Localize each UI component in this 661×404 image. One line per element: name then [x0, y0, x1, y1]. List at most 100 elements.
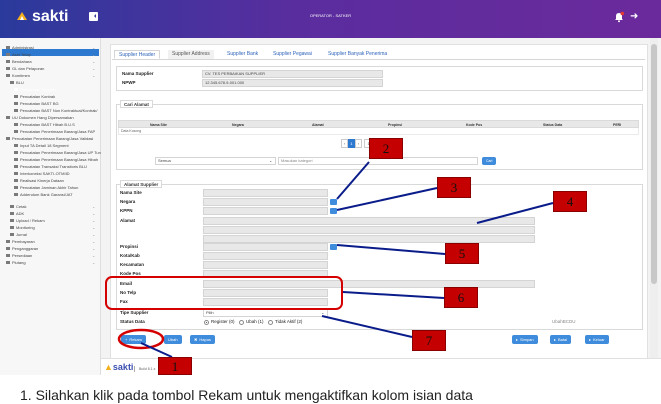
kode-pos-field[interactable]: [203, 270, 328, 278]
tab-supplier-address[interactable]: Supplier Address: [168, 50, 214, 59]
sidebar-item[interactable]: Upload / Rekam ⌄: [10, 218, 95, 224]
kppn-lookup-button[interactable]: [330, 208, 337, 214]
sidebar-item[interactable]: Pencatatan BAST BG: [14, 101, 59, 107]
col-status-data: Status Data: [543, 123, 563, 127]
kota-kab-field[interactable]: [203, 252, 328, 260]
negara-field[interactable]: [203, 198, 328, 206]
tab-supplier-header[interactable]: Supplier Header: [114, 50, 161, 59]
nama-site-field[interactable]: [203, 189, 328, 197]
sidebar-item[interactable]: Input TA Detail 18 Segment: [14, 143, 69, 149]
search-button[interactable]: Cari: [482, 157, 497, 165]
alamat-field-2[interactable]: [203, 226, 535, 234]
propinsi-lookup-button[interactable]: [330, 244, 337, 250]
sidebar-item[interactable]: Pencatatan Jaminan Akhir Tahun: [14, 185, 78, 191]
sidebar-item[interactable]: Pencatatan Penerimaan Barang/Jasa Hibah: [14, 157, 98, 163]
propinsi-field[interactable]: [203, 243, 328, 251]
status-tidak-aktif-radio[interactable]: [268, 320, 273, 325]
pager-current-page[interactable]: 1: [348, 139, 355, 148]
sidebar-item[interactable]: Pencatatan Penerimaan Barang/Jasa UP Tun…: [14, 150, 114, 156]
sidebar-item[interactable]: Pencatatan BAST Hibah B.U.S: [14, 122, 75, 128]
chevron-down-icon: ⌄: [92, 73, 96, 78]
folder-icon: [14, 193, 18, 196]
ubah-button[interactable]: Ubah: [164, 335, 182, 344]
sidebar-item[interactable]: Bendahara ⌄: [6, 59, 95, 65]
logout-icon[interactable]: ➜: [630, 11, 642, 23]
sidebar-item[interactable]: Penganggaran ⌄: [6, 246, 95, 252]
pager-prev-button[interactable]: ‹: [341, 139, 348, 148]
chevron-down-icon: ⌄: [92, 59, 96, 64]
sidebar-item-label: Pencatatan Penerimaan Barang/Jasa FAP: [20, 129, 96, 134]
email-label: Email: [120, 281, 133, 286]
alamat-field-3[interactable]: [203, 235, 535, 243]
email-field[interactable]: [203, 280, 535, 288]
sidebar-item[interactable]: GL dan Pelaporan ⌄: [6, 66, 95, 72]
folder-icon: [6, 261, 10, 264]
sidebar-item[interactable]: Monitoring ⌄: [10, 225, 95, 231]
status-register-radio[interactable]: [204, 320, 209, 325]
sidebar-item[interactable]: Komitmen ⌄: [6, 73, 95, 79]
sidebar-item-label: Pencatatan Kontrak: [20, 94, 56, 99]
sidebar-item[interactable]: Pembayaran ⌄: [6, 239, 95, 245]
sidebar-item[interactable]: Cetak ⌄: [10, 204, 95, 210]
sidebar-item[interactable]: Administrasi ⌄: [6, 45, 95, 51]
sidebar-item[interactable]: Addendum Bank Garansi/JAT: [14, 192, 73, 198]
sidebar-item[interactable]: Pencatatan Supplier: [14, 87, 56, 93]
sidebar-item[interactable]: Piutang ⌄: [6, 260, 95, 266]
tipe-supplier-value: Pilih: [206, 310, 214, 315]
filter-select[interactable]: Semua ⌄: [155, 157, 276, 165]
tab-supplier-banyak-penerima[interactable]: Supplier Banyak Penerima: [324, 50, 391, 59]
simpan-button[interactable]: ▸ Simpan: [512, 335, 538, 344]
status-ubah-radio[interactable]: [239, 320, 244, 325]
footer-logo: ▲sakti: [104, 362, 133, 372]
no-telp-field[interactable]: [203, 289, 328, 297]
folder-icon: [6, 137, 10, 140]
negara-lookup-button[interactable]: [330, 199, 337, 205]
sidebar-item[interactable]: Interkoneksi SAKTI-OTMIID: [14, 171, 70, 177]
folder-icon: [10, 226, 14, 229]
ubah-bank-checkbox-label[interactable]: UbahBCDU: [552, 319, 576, 325]
sidebar-item[interactable]: Realisasi Kinerja Dataan: [14, 178, 64, 184]
kppn-field[interactable]: [203, 207, 328, 215]
cancel-icon: ▸: [554, 337, 557, 342]
page-scrollbar-thumb[interactable]: [651, 44, 657, 284]
save-icon: ▸: [516, 337, 519, 342]
rekam-button[interactable]: + Rekam: [121, 335, 147, 344]
npwp-label: NPWP: [122, 80, 136, 85]
folder-icon: [10, 205, 14, 208]
batal-button[interactable]: ▸ Batal: [550, 335, 572, 344]
sidebar-item[interactable]: Aset Tetap ⌄: [6, 52, 95, 58]
kecamatan-field[interactable]: [203, 261, 328, 269]
chevron-down-icon: ⌄: [92, 45, 96, 50]
sidebar-item[interactable]: Pencatatan Penerimaan Barang/Jasa Valida…: [6, 136, 93, 142]
notification-bell-icon[interactable]: [613, 11, 625, 23]
sidebar-item[interactable]: Pencatatan Transaksi Transitoris BLU: [14, 164, 87, 170]
sidebar-item-label: Persediaan: [12, 253, 33, 258]
keluar-button[interactable]: ▸ Keluar: [585, 335, 609, 344]
sidebar-item[interactable]: Pencatatan BAST Non Kontraktual/Kontrak/: [14, 108, 98, 114]
folder-icon: [14, 186, 18, 189]
sidebar-item[interactable]: UU Dokumen Hang Dipersamakan: [6, 115, 74, 121]
sidebar-item[interactable]: Pencatatan Penerimaan Barang/Jasa FAP: [14, 129, 95, 135]
chevron-down-icon: ⌄: [92, 218, 96, 223]
sidebar-item[interactable]: Jurnal ⌄: [10, 232, 95, 238]
sidebar-item[interactable]: Persediaan ⌄: [6, 253, 95, 259]
pager-next-button[interactable]: ›: [355, 139, 362, 148]
folder-icon: [10, 219, 14, 222]
fax-field[interactable]: [203, 298, 328, 306]
tab-supplier-pegawai[interactable]: Supplier Pegawai: [269, 50, 316, 59]
sidebar-item[interactable]: BLU: [10, 80, 24, 86]
callout-7: 7: [412, 330, 446, 351]
no-telp-label: No Telp: [120, 290, 137, 295]
folder-icon: [10, 233, 14, 236]
tab-supplier-bank[interactable]: Supplier Bank: [223, 50, 262, 59]
tipe-supplier-select[interactable]: Pilih ⌄: [203, 309, 328, 317]
kecamatan-label: Kecamatan: [120, 262, 145, 267]
folder-icon: [14, 165, 18, 168]
sidebar-item[interactable]: Pencatatan Kontrak: [14, 94, 55, 100]
batal-label: Batal: [558, 337, 568, 342]
col-negara: Negara: [232, 123, 244, 127]
sidebar-item[interactable]: ADK ⌄: [10, 211, 95, 217]
sidebar-item-label: Pencatatan Penerimaan Barang/Jasa Hibah: [20, 157, 99, 162]
hapus-button[interactable]: ✖ Hapus: [190, 335, 215, 344]
alamat-field-1[interactable]: [203, 217, 535, 225]
